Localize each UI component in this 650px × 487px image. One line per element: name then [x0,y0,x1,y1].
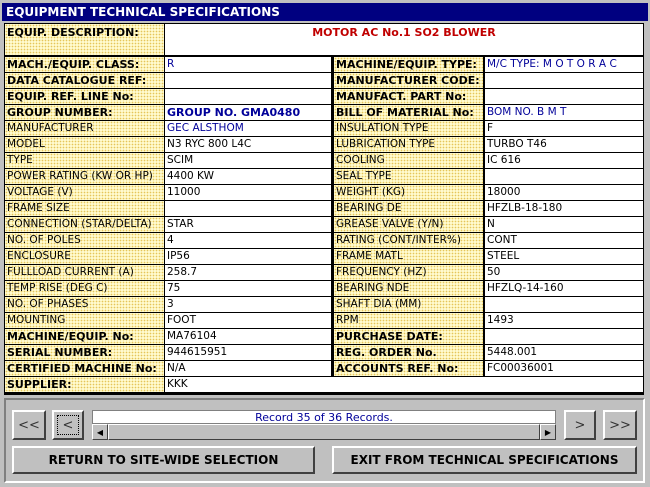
spec-label: BEARING DE [334,201,483,216]
spec-value[interactable]: 258.7 [165,265,331,280]
spec-label: COOLING [334,153,483,168]
spec-value[interactable]: 50 [485,265,643,280]
spec-label: INSULATION TYPE [334,121,483,136]
scroll-left-button[interactable]: ◀ [92,424,108,440]
spec-label: MACHINE/EQUIP. No: [5,329,164,344]
spec-value[interactable] [485,89,643,104]
spec-value[interactable]: STAR [165,217,331,232]
spec-value[interactable] [485,329,643,344]
triangle-left-icon: ◀ [96,427,104,437]
supplier-label: SUPPLIER: [5,377,164,392]
spec-label: TEMP RISE (DEG C) [5,281,164,296]
spec-value[interactable]: N/A [165,361,331,376]
spec-label: DATA CATALOGUE REF: [5,73,164,88]
first-record-button[interactable]: << [12,410,46,440]
record-scrollbar[interactable]: ◀ ▶ [92,424,556,440]
return-to-site-wide-selection-button[interactable]: RETURN TO SITE-WIDE SELECTION [12,446,315,474]
description-label: EQUIP. DESCRIPTION: [5,24,164,55]
spec-label: TYPE [5,153,164,168]
spec-value[interactable]: 18000 [485,185,643,200]
spec-label: FREQUENCY (HZ) [334,265,483,280]
spec-value[interactable]: CONT [485,233,643,248]
spec-label: ACCOUNTS REF. No: [334,361,483,376]
record-indicator: Record 35 of 36 Records. [92,410,556,424]
spec-value[interactable]: M/C TYPE: M O T O R A C [485,57,643,72]
triangle-right-icon: ▶ [544,427,552,437]
spec-value[interactable]: TURBO T46 [485,137,643,152]
spec-label: NO. OF PHASES [5,297,164,312]
last-record-button[interactable]: >> [603,410,637,440]
next-record-button[interactable]: > [564,410,596,440]
specifications-grid: EQUIP. DESCRIPTION: MOTOR AC No.1 SO2 BLO… [4,23,644,395]
spec-label: CONNECTION (STAR/DELTA) [5,217,164,232]
spec-value[interactable] [165,89,331,104]
window-title: EQUIPMENT TECHNICAL SPECIFICATIONS [2,3,648,21]
spec-value[interactable]: 4400 KW [165,169,331,184]
spec-value[interactable]: BOM NO. B M T [485,105,643,120]
scroll-right-button[interactable]: ▶ [540,424,556,440]
spec-value[interactable]: 11000 [165,185,331,200]
description-value[interactable]: MOTOR AC No.1 SO2 BLOWER [165,24,643,55]
spec-label: VOLTAGE (V) [5,185,164,200]
supplier-value[interactable]: KKK [165,377,643,392]
spec-value[interactable]: 944615951 [165,345,331,360]
spec-label: POWER RATING (KW OR HP) [5,169,164,184]
spec-label: REG. ORDER No. [334,345,483,360]
spec-value[interactable]: GROUP NO. GMA0480 [165,105,331,120]
spec-value[interactable] [165,73,331,88]
spec-label: SEAL TYPE [334,169,483,184]
spec-label: MANUFACTURER CODE: [334,73,483,88]
spec-value[interactable]: HFZLQ-14-160 [485,281,643,296]
spec-label: FRAME MATL [334,249,483,264]
spec-value[interactable] [485,297,643,312]
spec-label: SERIAL NUMBER: [5,345,164,360]
spec-label: GREASE VALVE (Y/N) [334,217,483,232]
spec-label: MOUNTING [5,313,164,328]
spec-value[interactable]: R [165,57,331,72]
spec-value[interactable] [485,169,643,184]
spec-value[interactable]: MA76104 [165,329,331,344]
spec-value[interactable]: N [485,217,643,232]
spec-label: MANUFACTURER [5,121,164,136]
spec-value[interactable] [165,201,331,216]
exit-technical-specifications-button[interactable]: EXIT FROM TECHNICAL SPECIFICATIONS [332,446,637,474]
spec-label: ENCLOSURE [5,249,164,264]
spec-value[interactable]: HFZLB-18-180 [485,201,643,216]
spec-label: CERTIFIED MACHINE No: [5,361,164,376]
spec-label: FRAME SIZE [5,201,164,216]
spec-label: RATING (CONT/INTER%) [334,233,483,248]
spec-label: WEIGHT (KG) [334,185,483,200]
spec-label: MACH./EQUIP. CLASS: [5,57,164,72]
spec-label: GROUP NUMBER: [5,105,164,120]
spec-label: FULLLOAD CURRENT (A) [5,265,164,280]
spec-value[interactable]: 1493 [485,313,643,328]
spec-value[interactable]: 3 [165,297,331,312]
spec-label: BEARING NDE [334,281,483,296]
scroll-thumb[interactable] [108,424,540,440]
spec-value[interactable]: FC00036001 [485,361,643,376]
previous-record-button[interactable]: < [52,410,84,440]
spec-value[interactable] [485,73,643,88]
spec-label: EQUIP. REF. LINE No: [5,89,164,104]
spec-label: PURCHASE DATE: [334,329,483,344]
spec-value[interactable]: GEC ALSTHOM [165,121,331,136]
spec-value[interactable]: 4 [165,233,331,248]
spec-label: NO. OF POLES [5,233,164,248]
spec-value[interactable]: IC 616 [485,153,643,168]
spec-value[interactable]: N3 RYC 800 L4C [165,137,331,152]
spec-label: MODEL [5,137,164,152]
spec-label: MACHINE/EQUIP. TYPE: [334,57,483,72]
spec-label: RPM [334,313,483,328]
spec-value[interactable]: STEEL [485,249,643,264]
spec-value[interactable]: FOOT [165,313,331,328]
spec-value[interactable]: SCIM [165,153,331,168]
spec-label: BILL OF MATERIAL No: [334,105,483,120]
spec-value[interactable]: 75 [165,281,331,296]
spec-value[interactable]: 5448.001 [485,345,643,360]
spec-value[interactable]: F [485,121,643,136]
spec-label: MANUFACT. PART No: [334,89,483,104]
spec-value[interactable]: IP56 [165,249,331,264]
spec-label: SHAFT DIA (MM) [334,297,483,312]
spec-label: LUBRICATION TYPE [334,137,483,152]
